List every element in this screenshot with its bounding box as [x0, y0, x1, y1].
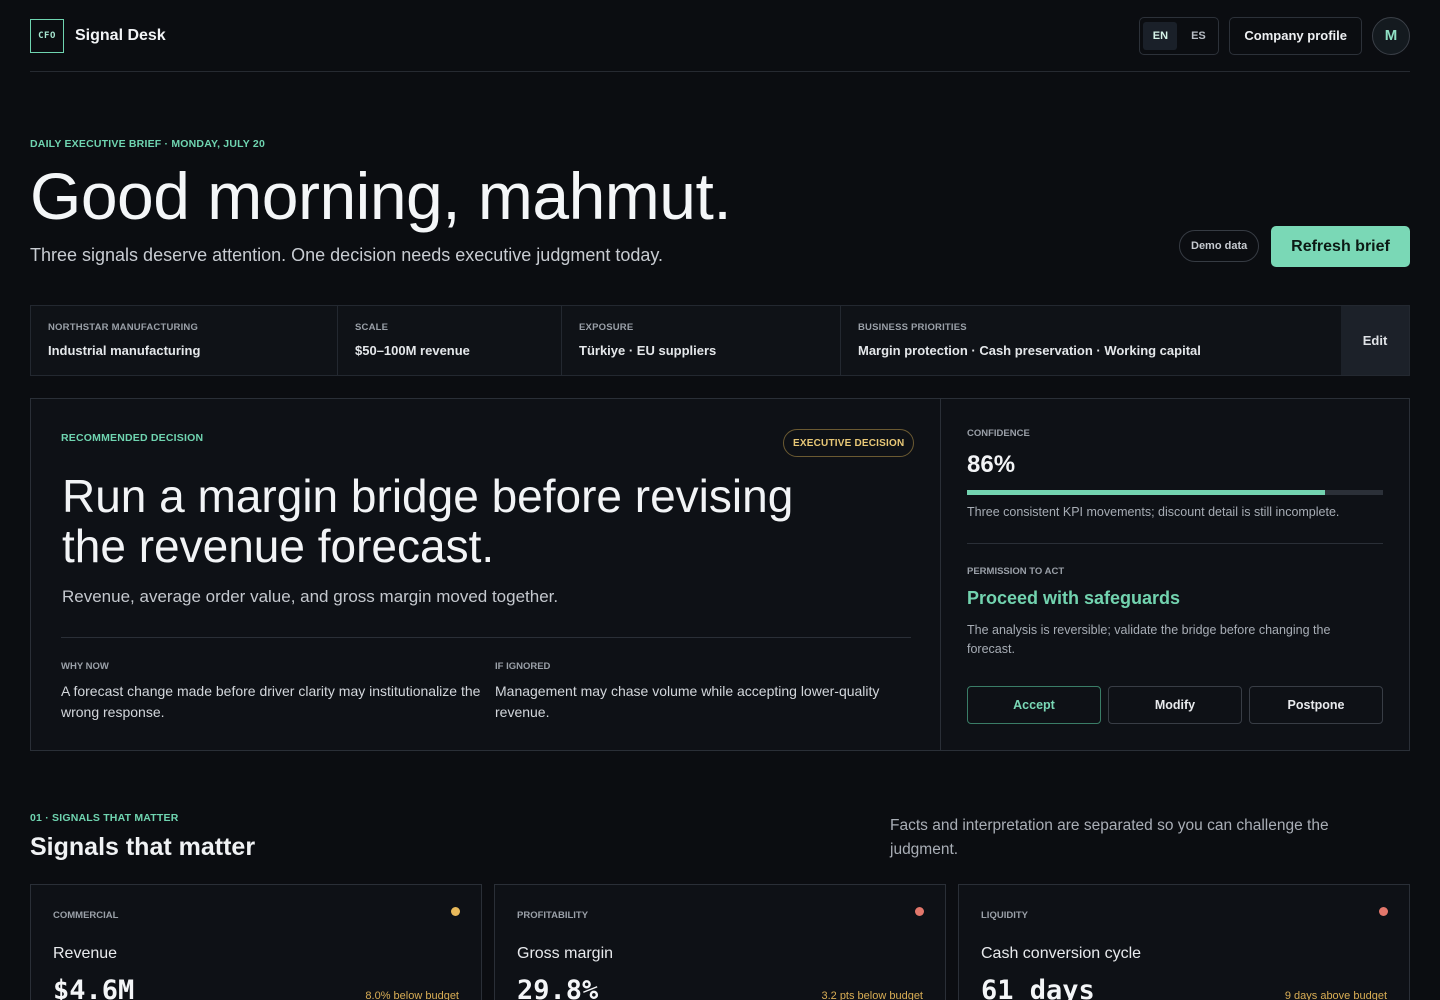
top-right-controls: EN ES Company profile M	[1139, 16, 1410, 55]
signal-delta: 9 days above budget	[1284, 990, 1387, 1000]
profile-exposure-label: Exposure	[579, 322, 634, 333]
decision-title: Run a margin bridge before revising the …	[62, 470, 794, 572]
executive-decision-badge: Executive decision	[783, 429, 915, 457]
confidence-value: 86%	[967, 451, 1016, 478]
language-en-button[interactable]: EN	[1143, 21, 1178, 50]
profile-priorities: Business priorities Margin protection · …	[841, 306, 1341, 375]
why-now-text: A forecast change made before driver cla…	[61, 683, 481, 720]
profile-company: Northstar Manufacturing Industrial manuf…	[31, 306, 338, 375]
permission-value: Proceed with safeguards	[967, 588, 1181, 608]
status-dot	[915, 907, 924, 916]
decision-confidence-panel: Confidence 86% Three consistent KPI move…	[967, 399, 1383, 750]
signal-value: 29.8%	[517, 975, 599, 1000]
brief-date-eyebrow: Daily executive brief · Monday, July 20	[30, 138, 265, 150]
accept-button[interactable]: Accept	[967, 686, 1101, 724]
profile-company-value: Industrial manufacturing	[48, 343, 201, 358]
if-ignored-text: Management may chase volume while accept…	[495, 683, 880, 720]
postpone-button[interactable]: Postpone	[1249, 686, 1383, 724]
signal-value: $4.6M	[53, 975, 135, 1000]
signal-category: Liquidity	[981, 910, 1028, 921]
profile-exposure: Exposure Türkiye · EU suppliers	[562, 306, 841, 375]
if-ignored-block: If ignored Management may chase volume w…	[495, 661, 915, 723]
recommended-decision-card: Recommended decision Executive decision …	[30, 398, 1410, 751]
language-switcher: EN ES	[1139, 16, 1220, 55]
language-es-button[interactable]: ES	[1181, 22, 1215, 50]
brand-name: Signal Desk	[75, 26, 166, 44]
signal-category: Commercial	[53, 910, 119, 921]
brand[interactable]: CFO Signal Desk	[30, 18, 166, 53]
confidence-bar-fill	[967, 490, 1325, 495]
decision-subtitle: Revenue, average order value, and gross …	[62, 587, 559, 606]
status-dot	[1379, 907, 1388, 916]
why-now-label: Why now	[61, 661, 109, 672]
confidence-note: Three consistent KPI movements; discount…	[967, 505, 1340, 519]
signal-category: Profitability	[517, 910, 589, 921]
permission-label: Permission to act	[967, 566, 1065, 577]
signal-card-revenue[interactable]: Commercial Revenue $4.6M 8.0% below budg…	[30, 884, 482, 1000]
signal-card-gross-margin[interactable]: Profitability Gross margin 29.8% 3.2 pts…	[494, 884, 946, 1000]
company-profile-button[interactable]: Company profile	[1229, 16, 1362, 55]
profile-scale-label: Scale	[355, 322, 389, 333]
status-dot	[451, 907, 460, 916]
signal-name: Revenue	[53, 945, 118, 962]
user-avatar[interactable]: M	[1372, 16, 1410, 55]
decision-actions: Accept Modify Postpone	[967, 686, 1383, 724]
confidence-bar	[967, 490, 1383, 495]
signal-delta: 8.0% below budget	[365, 990, 459, 1000]
signal-value: 61 days	[981, 975, 1095, 1000]
signal-name: Cash conversion cycle	[981, 945, 1142, 962]
profile-scale-value: $50–100M revenue	[355, 343, 470, 358]
permission-note: The analysis is reversible; validate the…	[967, 623, 1331, 656]
profile-priorities-value: Margin protection · Cash preservation · …	[858, 343, 1201, 358]
signals-heading: Signals that matter	[30, 833, 256, 861]
profile-scale: Scale $50–100M revenue	[338, 306, 562, 375]
signal-card-cash-conversion[interactable]: Liquidity Cash conversion cycle 61 days …	[958, 884, 1410, 1000]
signals-eyebrow: 01 · Signals that matter	[30, 812, 179, 824]
demo-data-badge: Demo data	[1179, 230, 1260, 262]
profile-company-label: Northstar Manufacturing	[48, 322, 199, 333]
why-now-block: Why now A forecast change made before dr…	[61, 661, 481, 723]
confidence-label: Confidence	[967, 428, 1030, 439]
greeting-heading: Good morning, mahmut.	[30, 159, 732, 233]
if-ignored-label: If ignored	[495, 661, 551, 672]
profile-priorities-label: Business priorities	[858, 322, 967, 333]
top-bar: CFO Signal Desk EN ES Company profile M	[30, 0, 1410, 72]
decision-eyebrow: Recommended decision	[61, 432, 204, 444]
signals-note: Facts and interpretation are separated s…	[890, 817, 1329, 858]
decision-divider	[61, 637, 911, 638]
decision-summary: Recommended decision Executive decision …	[31, 399, 941, 750]
modify-button[interactable]: Modify	[1108, 686, 1242, 724]
cfo-logo: CFO	[30, 18, 64, 53]
edit-profile-button[interactable]: Edit	[1341, 306, 1409, 375]
profile-exposure-value: Türkiye · EU suppliers	[579, 343, 717, 358]
brief-summary: Three signals deserve attention. One dec…	[30, 245, 664, 265]
company-profile-strip: Northstar Manufacturing Industrial manuf…	[30, 305, 1410, 376]
signal-delta: 3.2 pts below budget	[821, 990, 923, 1000]
signal-name: Gross margin	[517, 945, 614, 962]
confidence-divider	[967, 543, 1383, 544]
refresh-brief-button[interactable]: Refresh brief	[1271, 226, 1410, 267]
